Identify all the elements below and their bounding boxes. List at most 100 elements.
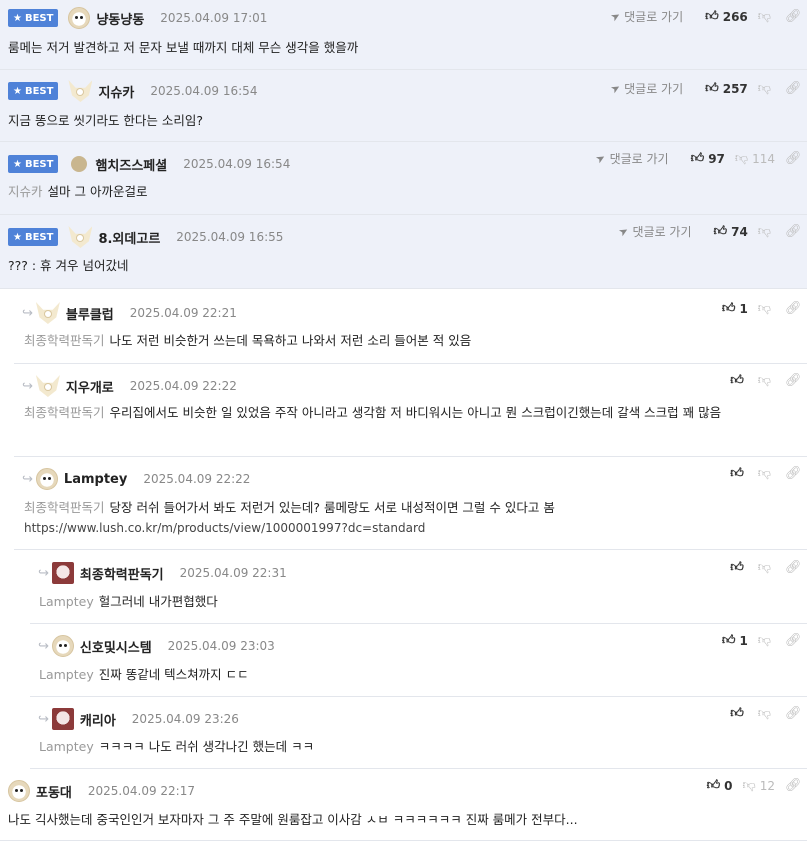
- avatar[interactable]: [68, 7, 91, 29]
- downvote-button[interactable]: 👎︎: [758, 466, 775, 481]
- downvote-button[interactable]: 👎︎: [758, 224, 775, 239]
- comment-item: ★ BEST 햄치즈스페셜 2025.04.09 16:54 ➤ 댓글로 가기 👍︎…: [0, 142, 807, 215]
- author-nick[interactable]: Lamptey: [64, 472, 127, 487]
- avatar[interactable]: [68, 226, 93, 248]
- link-icon[interactable]: 🔗︎: [785, 224, 802, 239]
- link-icon[interactable]: 🔗︎: [785, 151, 802, 166]
- comment-item: ★ BEST 8.외데고르 2025.04.09 16:55 ➤ 댓글로 가기 👍︎…: [0, 215, 807, 289]
- thumbs-down-icon: 👎︎: [734, 151, 749, 166]
- comment-date: 2025.04.09 16:54: [183, 157, 291, 171]
- thumbs-down-icon: 👎︎: [757, 224, 771, 239]
- comment-text: 최종학력판독기 당장 러쉬 들어가서 봐도 저런거 있는데? 룸메랑도 서로 내성…: [24, 497, 799, 539]
- thumbs-up-icon: 👍︎: [690, 151, 705, 166]
- reply-arrow-icon: ↪: [38, 565, 49, 581]
- send-arrow-icon: ➤: [608, 80, 623, 97]
- author-nick[interactable]: 냥동냥동: [96, 9, 144, 28]
- author-nick[interactable]: 지슈카: [98, 82, 134, 101]
- upvote-button[interactable]: 👍︎: [730, 373, 748, 388]
- upvote-button[interactable]: 👍︎ 74: [714, 224, 748, 239]
- link-icon[interactable]: 🔗︎: [785, 373, 802, 388]
- avatar[interactable]: [71, 156, 88, 172]
- thumbs-up-icon: 👍︎: [730, 560, 744, 575]
- upvote-button[interactable]: 👍︎ 0: [707, 778, 733, 793]
- comment-date: 2025.04.09 23:03: [167, 639, 275, 653]
- downvote-button[interactable]: 👎︎: [758, 9, 775, 24]
- upvote-button[interactable]: 👍︎: [730, 466, 748, 481]
- avatar[interactable]: [35, 302, 60, 324]
- author-nick[interactable]: 포동대: [36, 782, 72, 801]
- comment-text: ??? : 휴 겨우 넘어갔네: [8, 258, 129, 273]
- downvote-button[interactable]: 👎︎ 114: [735, 151, 775, 166]
- avatar[interactable]: [51, 635, 74, 657]
- downvote-button[interactable]: 👎︎: [758, 706, 775, 721]
- author-nick[interactable]: 신호및시스템: [80, 637, 152, 656]
- link-icon[interactable]: 🔗︎: [785, 81, 802, 96]
- thumbs-down-icon: 👎︎: [757, 81, 771, 96]
- external-link[interactable]: https://www.lush.co.kr/m/products/view/1…: [24, 518, 799, 539]
- best-badge: ★ BEST: [8, 228, 59, 246]
- link-icon[interactable]: 🔗︎: [785, 9, 802, 24]
- mention-nick[interactable]: Lamptey: [39, 594, 94, 609]
- downvote-button[interactable]: 👎︎: [758, 373, 775, 388]
- author-nick[interactable]: 블루클럽: [66, 304, 114, 323]
- upvote-button[interactable]: 👍︎ 1: [722, 633, 748, 648]
- thumbs-up-icon: 👍︎: [706, 778, 721, 793]
- author-nick[interactable]: 8.외데고르: [98, 228, 160, 247]
- mention-nick[interactable]: 최종학력판독기: [24, 405, 105, 420]
- downvote-button[interactable]: 👎︎: [758, 633, 775, 648]
- mention-nick[interactable]: 최종학력판독기: [24, 333, 105, 348]
- avatar[interactable]: [35, 468, 58, 490]
- author-nick[interactable]: 지우개로: [66, 377, 114, 396]
- author-nick[interactable]: 캐리아: [80, 710, 116, 729]
- downvote-button[interactable]: 👎︎: [758, 301, 775, 316]
- comment-text: 최종학력판독기 우리집에서도 비슷한 일 있었음 주작 아니라고 생각함 저 바디…: [24, 405, 722, 420]
- comment-date: 2025.04.09 22:21: [129, 306, 237, 320]
- go-to-reply-link[interactable]: ➤ 댓글로 가기: [593, 150, 669, 167]
- thumbs-up-icon: 👍︎: [721, 633, 736, 648]
- downvote-button[interactable]: 👎︎: [758, 560, 775, 575]
- mention-nick[interactable]: 지슈카: [8, 184, 43, 199]
- go-to-reply-link[interactable]: ➤ 댓글로 가기: [608, 8, 683, 25]
- comment-item: 포동대 2025.04.09 22:17 👍︎ 0 👎︎ 12 🔗︎ 나도 긱사했는…: [0, 769, 807, 841]
- author-nick[interactable]: 최종학력판독기: [80, 564, 164, 583]
- reply-arrow-icon: ↪: [22, 305, 33, 321]
- upvote-button[interactable]: 👍︎ 1: [722, 301, 748, 316]
- mention-nick[interactable]: Lamptey: [39, 667, 94, 682]
- upvote-button[interactable]: 👍︎ 97: [691, 151, 725, 166]
- comment-item: ↪ 신호및시스템 2025.04.09 23:03 👍︎ 1 👎︎ 🔗︎ Lamp…: [30, 624, 807, 697]
- upvote-button[interactable]: 👍︎ 257: [705, 81, 748, 96]
- author-nick[interactable]: 햄치즈스페셜: [95, 155, 167, 174]
- thumbs-down-icon: 👎︎: [757, 560, 771, 575]
- best-badge: ★ BEST: [8, 9, 59, 27]
- star-icon: ★: [13, 158, 22, 170]
- link-icon[interactable]: 🔗︎: [785, 560, 802, 575]
- mention-nick[interactable]: Lamptey: [39, 739, 94, 754]
- avatar[interactable]: [51, 708, 74, 730]
- avatar[interactable]: [51, 562, 74, 584]
- send-arrow-icon: ➤: [593, 150, 609, 167]
- link-icon[interactable]: 🔗︎: [785, 706, 802, 721]
- go-to-reply-link[interactable]: ➤ 댓글로 가기: [617, 223, 692, 240]
- comment-text: 룸메는 저거 발견하고 저 문자 보낼 때까지 대체 무슨 생각을 했을까: [8, 40, 359, 55]
- mention-nick[interactable]: 최종학력판독기: [24, 500, 105, 515]
- comment-text: 지금 똥으로 씻기라도 한다는 소리임?: [8, 113, 204, 128]
- best-badge: ★ BEST: [8, 155, 59, 173]
- thumbs-up-icon: 👍︎: [713, 224, 728, 239]
- avatar[interactable]: [8, 780, 30, 802]
- avatar[interactable]: [35, 375, 60, 397]
- downvote-button[interactable]: 👎︎ 12: [743, 778, 775, 793]
- link-icon[interactable]: 🔗︎: [785, 633, 802, 648]
- thumbs-up-icon: 👍︎: [705, 81, 719, 96]
- link-icon[interactable]: 🔗︎: [785, 466, 802, 481]
- link-icon[interactable]: 🔗︎: [785, 301, 802, 316]
- downvote-button[interactable]: 👎︎: [758, 81, 775, 96]
- comment-item: ★ BEST 지슈카 2025.04.09 16:54 ➤ 댓글로 가기 👍︎ 257…: [0, 70, 807, 142]
- comment-date: 2025.04.09 22:22: [129, 379, 237, 393]
- upvote-button[interactable]: 👍︎: [730, 706, 748, 721]
- thumbs-down-icon: 👎︎: [757, 373, 771, 388]
- avatar[interactable]: [68, 80, 93, 102]
- go-to-reply-link[interactable]: ➤ 댓글로 가기: [608, 80, 683, 97]
- upvote-button[interactable]: 👍︎ 266: [705, 9, 748, 24]
- link-icon[interactable]: 🔗︎: [785, 778, 802, 793]
- upvote-button[interactable]: 👍︎: [730, 560, 748, 575]
